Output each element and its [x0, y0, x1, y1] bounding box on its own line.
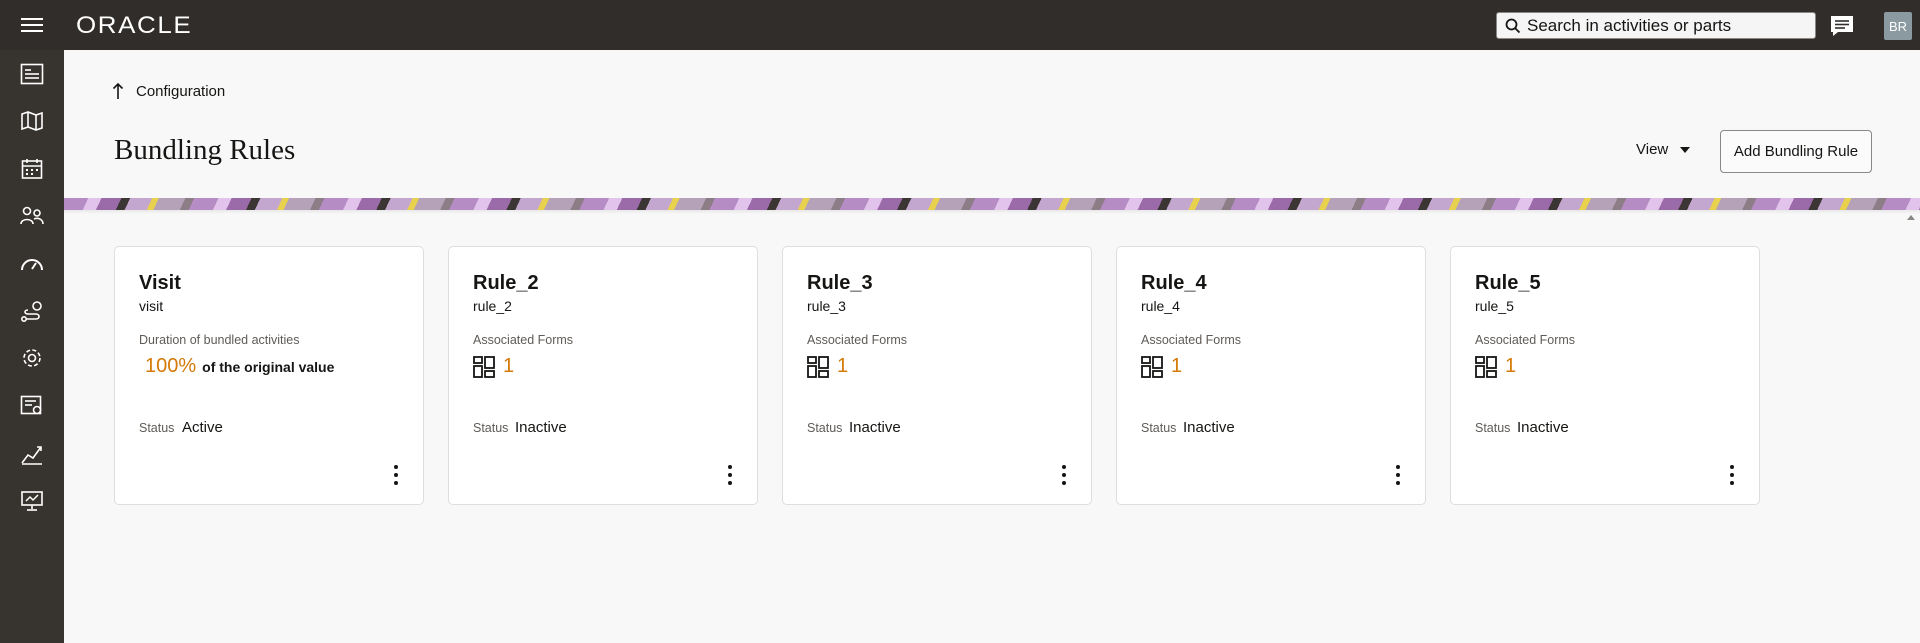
card-key: rule_4 [1141, 298, 1180, 314]
card-title: Rule_2 [473, 272, 539, 294]
banner-shadow [64, 210, 1920, 214]
search-icon [1505, 18, 1521, 33]
more-actions-icon[interactable] [1727, 463, 1737, 487]
status-label: Status [807, 421, 843, 435]
forms-grid-icon [473, 355, 495, 378]
rule-card-rule-5[interactable]: Rule_5 rule_5 Associated Forms 1 Status … [1450, 246, 1760, 505]
analytics-icon[interactable] [18, 440, 46, 468]
forms-grid-icon [1475, 355, 1497, 378]
breadcrumb-label[interactable]: Configuration [136, 83, 225, 100]
status-label: Status [1475, 421, 1511, 435]
card-attribute-label: Associated Forms [1141, 333, 1242, 347]
card-attribute-value: 1 [473, 355, 514, 378]
search-box[interactable] [1496, 12, 1816, 39]
card-attribute-value: 1 [1475, 355, 1516, 378]
rule-card-rule-2[interactable]: Rule_2 rule_2 Associated Forms 1 Status … [448, 246, 758, 505]
card-attribute-value: 1 [807, 355, 848, 378]
chat-icon[interactable] [1829, 14, 1855, 38]
rule-card-visit[interactable]: Visit visit Duration of bundled activiti… [114, 246, 424, 505]
search-input[interactable] [1527, 15, 1807, 36]
rule-card-rule-3[interactable]: Rule_3 rule_3 Associated Forms 1 Status … [782, 246, 1092, 505]
routing-icon[interactable] [18, 297, 46, 325]
card-title: Rule_5 [1475, 272, 1541, 294]
status-value: Inactive [1183, 419, 1235, 436]
page-title: Bundling Rules [114, 134, 296, 166]
card-attribute-label: Associated Forms [473, 333, 574, 347]
dashboard-gauge-icon[interactable] [18, 250, 46, 278]
more-actions-icon[interactable] [391, 463, 401, 487]
calendar-icon[interactable] [18, 155, 46, 183]
card-title: Rule_4 [1141, 272, 1207, 294]
card-attribute-value: 1 [1141, 355, 1182, 378]
add-bundling-rule-button[interactable]: Add Bundling Rule [1720, 130, 1872, 173]
card-attribute-value: 100% of the original value [139, 355, 334, 378]
presentation-icon[interactable] [18, 487, 46, 515]
status-label: Status [139, 421, 175, 435]
card-attribute-label: Duration of bundled activities [139, 333, 300, 347]
view-label: View [1636, 141, 1669, 158]
activity-list-icon[interactable] [18, 60, 46, 88]
breadcrumb[interactable]: Configuration [112, 82, 225, 100]
decorative-banner [64, 198, 1920, 210]
forms-count[interactable]: 1 [837, 355, 848, 378]
status-label: Status [473, 421, 509, 435]
resources-icon[interactable] [18, 202, 46, 230]
duration-suffix: of the original value [202, 358, 335, 375]
forms-count[interactable]: 1 [1171, 355, 1182, 378]
card-title: Rule_3 [807, 272, 873, 294]
status-value: Inactive [515, 419, 567, 436]
card-attribute-label: Associated Forms [1475, 333, 1576, 347]
card-attribute-label: Associated Forms [807, 333, 908, 347]
status-value: Active [182, 419, 223, 436]
card-key: rule_2 [473, 298, 512, 314]
status-value: Inactive [1517, 419, 1569, 436]
more-actions-icon[interactable] [1059, 463, 1069, 487]
forms-icon[interactable] [18, 392, 46, 420]
card-title: Visit [139, 272, 181, 294]
card-key: rule_3 [807, 298, 846, 314]
arrow-up-icon [112, 82, 124, 99]
top-bar: ORACLE BR [0, 0, 1920, 50]
left-navigation [0, 50, 64, 643]
menu-icon[interactable] [21, 15, 43, 35]
duration-percent: 100% [145, 355, 197, 377]
forms-count[interactable]: 1 [503, 355, 514, 378]
rule-card-rule-4[interactable]: Rule_4 rule_4 Associated Forms 1 Status … [1116, 246, 1426, 505]
caret-down-icon [1680, 146, 1691, 153]
card-key: rule_5 [1475, 298, 1514, 314]
oracle-logo: ORACLE [76, 12, 193, 39]
view-menu-button[interactable]: View [1636, 141, 1691, 158]
forms-grid-icon [807, 355, 829, 378]
scroll-up-arrow-icon[interactable] [1907, 215, 1915, 220]
more-actions-icon[interactable] [1393, 463, 1403, 487]
status-value: Inactive [849, 419, 901, 436]
forms-count[interactable]: 1 [1505, 355, 1516, 378]
user-avatar[interactable]: BR [1884, 12, 1912, 40]
forms-grid-icon [1141, 355, 1163, 378]
map-icon[interactable] [18, 107, 46, 135]
more-actions-icon[interactable] [725, 463, 735, 487]
card-key: visit [139, 298, 164, 314]
settings-gear-icon[interactable] [18, 344, 46, 372]
status-label: Status [1141, 421, 1177, 435]
